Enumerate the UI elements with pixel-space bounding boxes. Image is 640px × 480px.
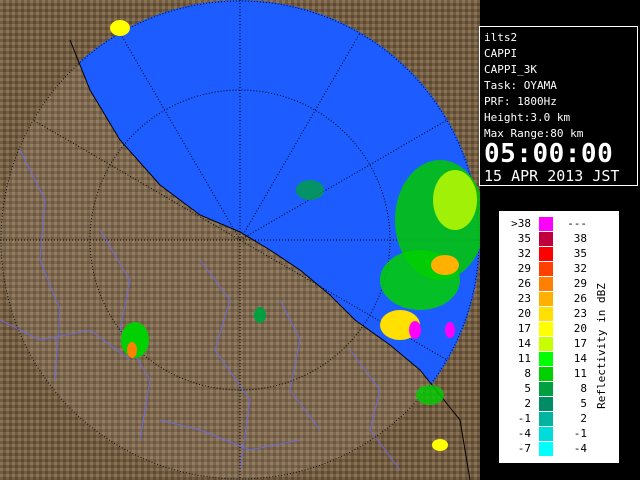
legend-high-value: 8 [580,382,587,395]
legend-low-value: 32 [517,247,531,260]
legend-low-value: 20 [517,307,531,320]
legend-panel: >38 --- 35 38 32 35 29 32 26 29 23 26 20 23 17 20 14 17 11… [498,210,620,464]
legend-low-value: >38 [511,217,531,230]
legend-swatch [539,292,553,306]
legend-swatch [539,382,553,396]
legend-swatch [539,427,553,441]
legend-high-value: 5 [580,397,587,410]
legend-high-value: 11 [573,367,587,380]
legend-low-value: 14 [517,337,531,350]
legend-swatch [539,442,553,456]
legend-low-value: 11 [517,352,531,365]
legend-row: -7 -4 [499,442,621,456]
legend-swatch [539,217,553,231]
legend-low-value: 29 [517,262,531,275]
legend-high-value: --- [567,217,587,230]
legend-high-value: -1 [573,427,587,440]
legend-high-value: 35 [573,247,587,260]
legend-low-value: -7 [517,442,531,455]
legend-low-value: 17 [517,322,531,335]
legend-swatch [539,277,553,291]
legend-swatch [539,412,553,426]
legend-low-value: 35 [517,232,531,245]
info-radar-name: ilts2 [484,31,518,44]
radar-display: ilts2 CAPPI CAPPI_3K Task: OYAMA PRF: 18… [0,0,640,480]
legend-swatch [539,352,553,366]
legend-swatch [539,232,553,246]
legend-low-value: -1 [517,412,531,425]
legend-swatch [539,322,553,336]
legend-high-value: 32 [573,262,587,275]
info-panel: ilts2 CAPPI CAPPI_3K Task: OYAMA PRF: 18… [479,26,638,186]
legend-high-value: 23 [573,307,587,320]
legend-low-value: 5 [524,382,531,395]
legend-row: >38 --- [499,217,621,231]
legend-high-value: 38 [573,232,587,245]
legend-swatch [539,247,553,261]
legend-high-value: 29 [573,277,587,290]
legend-high-value: 20 [573,322,587,335]
legend-high-value: 2 [580,412,587,425]
legend-high-value: 14 [573,352,587,365]
info-product: CAPPI [484,47,518,60]
legend-row: 35 38 [499,232,621,246]
legend-high-value: 17 [573,337,587,350]
legend-swatch [539,337,553,351]
legend-swatch [539,397,553,411]
legend-high-value: 26 [573,292,587,305]
info-time: 05:00:00 [484,139,614,169]
info-height: Height:3.0 km [484,111,571,124]
info-task: Task: OYAMA [484,79,557,92]
legend-high-value: -4 [573,442,587,455]
legend-low-value: 23 [517,292,531,305]
legend-swatch [539,262,553,276]
legend-title-text: Reflectivity in dBZ [595,283,608,409]
info-product-name: CAPPI_3K [484,63,537,76]
legend-low-value: -4 [517,427,531,440]
legend-swatch [539,367,553,381]
legend-low-value: 8 [524,367,531,380]
legend-title: Reflectivity in dBZ [595,283,608,409]
info-prf: PRF: 1800Hz [484,95,557,108]
legend-low-value: 2 [524,397,531,410]
legend-swatch [539,307,553,321]
info-date: 15 APR 2013 JST [484,167,620,185]
legend-low-value: 26 [517,277,531,290]
